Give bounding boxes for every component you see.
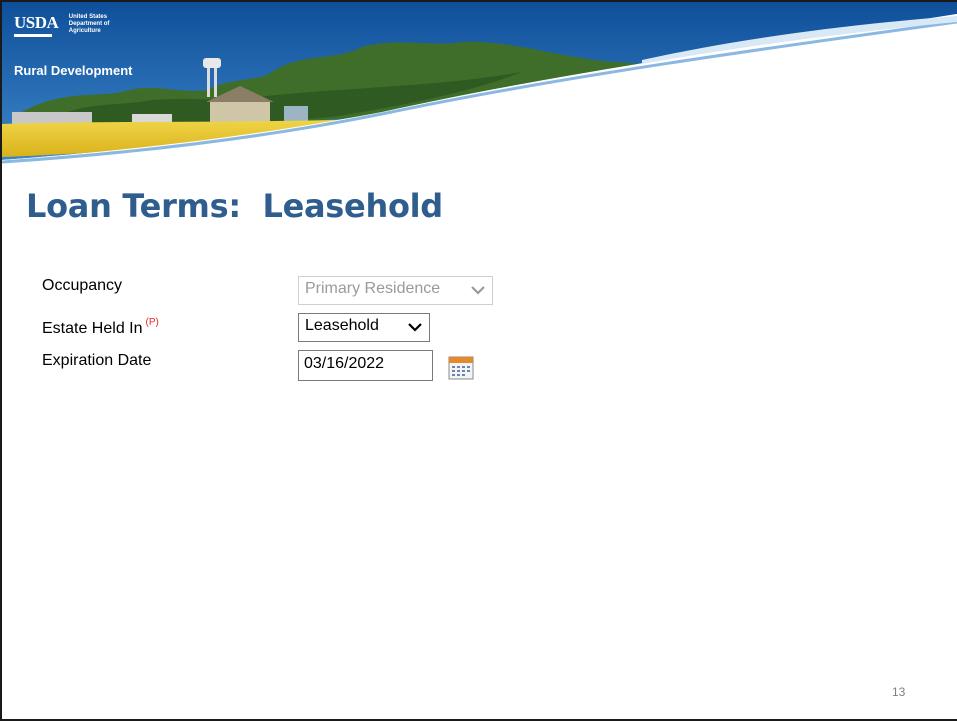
estate-held-in-text: Estate Held In — [42, 320, 143, 337]
agency-lines: United States Department of Agriculture — [69, 14, 110, 35]
chevron-down-icon — [471, 286, 485, 295]
usda-logo-text: USDA — [14, 13, 59, 32]
required-marker: (P) — [145, 317, 159, 328]
page-number: 13 — [892, 685, 906, 699]
usda-logo: USDA United States Department of Agricul… — [14, 14, 109, 37]
estate-held-in-value: Leasehold — [305, 317, 379, 334]
expiration-date-value: 03/16/2022 — [304, 355, 385, 372]
page-title: Loan Terms: Leasehold — [26, 187, 443, 225]
agency-line: United States — [68, 14, 108, 20]
agency-line: Agriculture — [68, 28, 101, 34]
agency-line: Department of — [68, 21, 110, 27]
occupancy-label: Occupancy — [42, 277, 123, 294]
estate-held-in-label: Estate Held In (P) — [42, 317, 159, 338]
estate-held-in-select[interactable]: Leasehold — [298, 313, 430, 342]
expiration-date-label: Expiration Date — [42, 352, 152, 369]
banner-graphic — [2, 2, 957, 172]
chevron-down-icon — [408, 323, 422, 332]
occupancy-select: Primary Residence — [298, 276, 493, 305]
header-banner: USDA United States Department of Agricul… — [2, 2, 957, 172]
occupancy-value: Primary Residence — [305, 280, 441, 297]
slide: USDA United States Department of Agricul… — [0, 0, 957, 721]
expiration-date-input[interactable]: 03/16/2022 — [298, 350, 433, 381]
calendar-icon[interactable] — [448, 356, 474, 380]
agency-name: Rural Development — [14, 63, 133, 78]
